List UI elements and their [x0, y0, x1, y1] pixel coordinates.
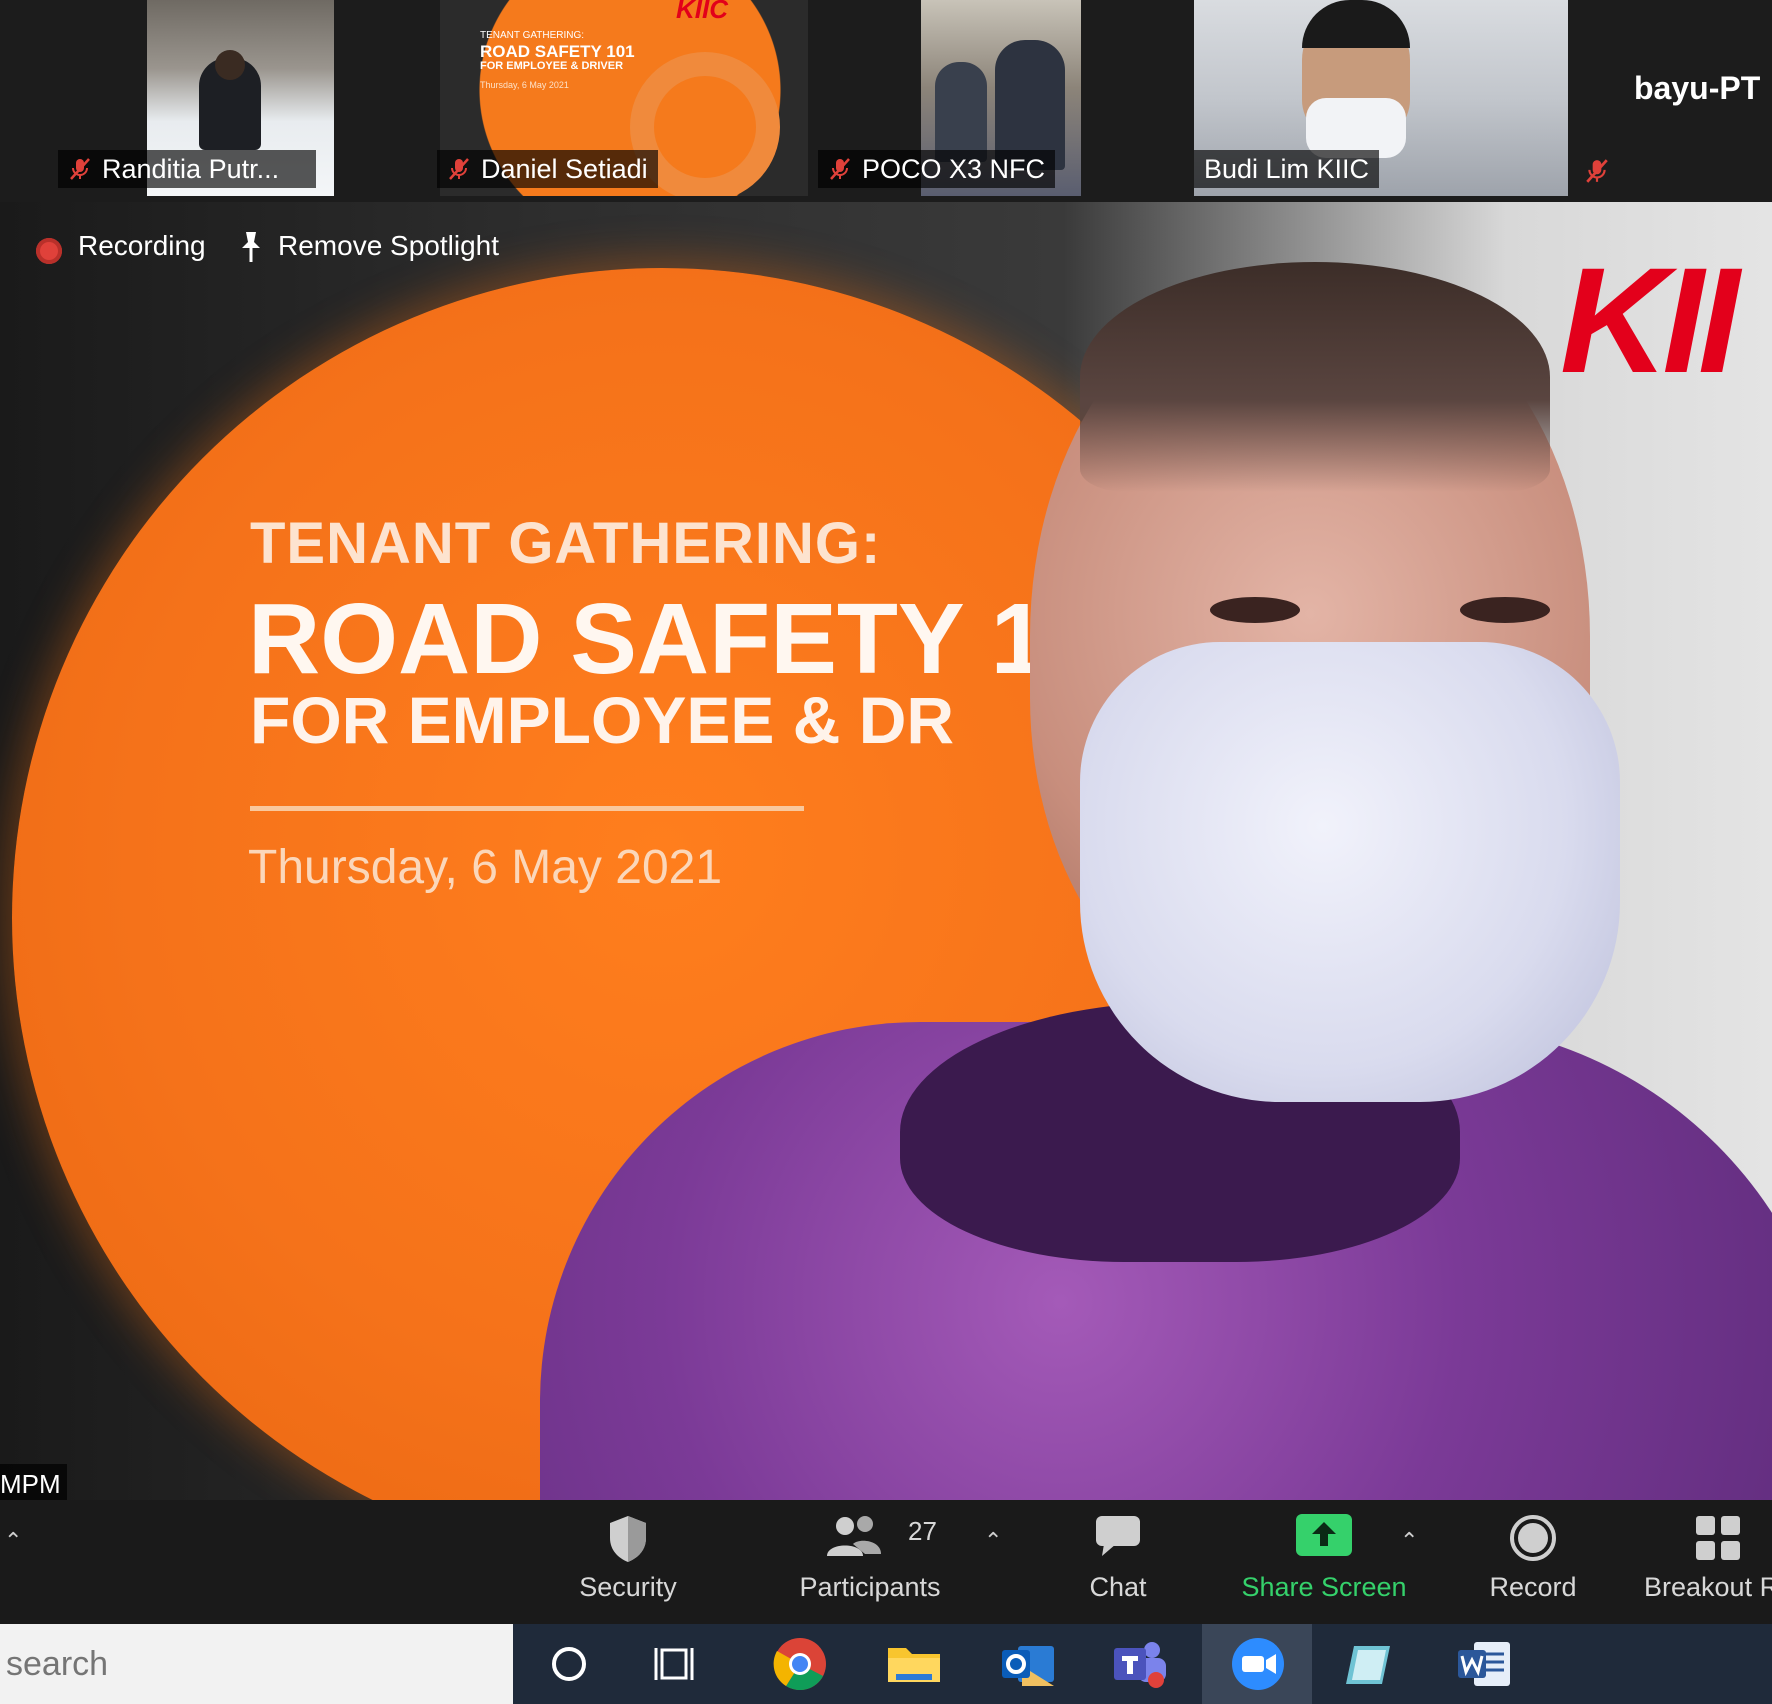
meeting-status-bar: Recording Remove Spotlight — [0, 202, 560, 282]
speaker-eye — [1460, 597, 1550, 623]
speaker-face-mask — [1080, 642, 1620, 1102]
record-button[interactable]: Record — [1476, 1500, 1590, 1624]
breakout-rooms-icon — [1696, 1516, 1740, 1560]
windows-taskbar — [0, 1624, 1772, 1704]
speaker-eye — [1210, 597, 1300, 623]
participants-count: 27 — [908, 1516, 937, 1546]
participant-name-tag: Daniel Setiadi — [437, 150, 658, 188]
security-label: Security — [579, 1572, 677, 1602]
participant-mask — [1306, 98, 1406, 158]
taskbar-search[interactable] — [0, 1624, 513, 1704]
caret-up-icon[interactable]: ⌃ — [1400, 1528, 1418, 1554]
record-label: Record — [1489, 1572, 1577, 1602]
participant-name: Budi Lim KIIC — [1204, 154, 1370, 184]
participants-button[interactable]: 27 Participants — [790, 1500, 950, 1624]
teams-icon[interactable] — [1108, 1632, 1172, 1696]
outlook-icon[interactable] — [996, 1632, 1060, 1696]
share-screen-label: Share Screen — [1241, 1572, 1407, 1602]
chat-button[interactable]: Chat — [1060, 1500, 1176, 1624]
participant-hair — [1302, 0, 1410, 48]
caret-up-icon[interactable]: ⌃ — [4, 1528, 22, 1554]
meeting-toolbar: ⌃ Security 27 Participants ⌃ Chat Share … — [0, 1500, 1772, 1624]
mini-slide-line3: FOR EMPLOYEE & DRIVER — [480, 60, 624, 72]
caret-up-icon[interactable]: ⌃ — [984, 1528, 1002, 1554]
word-icon[interactable] — [1452, 1632, 1516, 1696]
slide-title-line3: FOR EMPLOYEE & DR — [250, 683, 955, 757]
participant-name: Daniel Setiadi — [481, 154, 648, 184]
slide-divider — [250, 806, 804, 811]
record-icon — [1510, 1515, 1556, 1561]
mic-muted-icon — [70, 158, 90, 180]
recording-icon — [36, 238, 62, 264]
zoom-icon[interactable] — [1226, 1632, 1290, 1696]
mini-slide-line1: TENANT GATHERING: — [480, 30, 585, 41]
participant-name: POCO X3 NFC — [862, 154, 1046, 184]
pin-icon — [242, 232, 260, 262]
chat-label: Chat — [1089, 1572, 1147, 1602]
mic-muted-icon — [830, 158, 850, 180]
task-view-icon[interactable] — [648, 1632, 712, 1696]
participant-name-tag: POCO X3 NFC — [818, 150, 1056, 188]
participant-name-tag: Randitia Putr... — [58, 150, 316, 188]
notes-app-icon[interactable] — [1338, 1632, 1402, 1696]
share-screen-icon — [1296, 1514, 1352, 1556]
chat-icon — [1096, 1516, 1140, 1556]
security-button[interactable]: Security — [560, 1500, 696, 1624]
mini-slide-logo: KIIC — [676, 0, 728, 24]
participant-name-tag: Budi Lim KIIC — [1194, 150, 1380, 188]
taskbar-search-input[interactable] — [0, 1624, 513, 1704]
participants-label: Participants — [799, 1572, 941, 1602]
breakout-rooms-button[interactable]: Breakout R — [1644, 1500, 1772, 1624]
mic-muted-icon — [449, 158, 469, 180]
participant-figure — [935, 62, 987, 162]
mini-slide-line2: ROAD SAFETY 101 — [480, 42, 635, 61]
speaker-hair — [1080, 262, 1550, 492]
participant-head — [215, 50, 245, 80]
participants-icon — [827, 1516, 881, 1556]
shield-icon — [610, 1516, 646, 1562]
breakout-rooms-label: Breakout R — [1644, 1572, 1772, 1602]
mic-muted-icon — [1586, 159, 1608, 183]
slide-title-line2: ROAD SAFETY 1 — [248, 583, 1047, 695]
spotlight-video[interactable]: TENANT GATHERING: ROAD SAFETY 1 FOR EMPL… — [0, 202, 1772, 1500]
slide-date: Thursday, 6 May 2021 — [248, 841, 723, 894]
slide-title-line1: TENANT GATHERING: — [250, 511, 882, 576]
mini-slide-line4: Thursday, 6 May 2021 — [480, 80, 569, 90]
participant-name: Randitia Putr... — [102, 154, 280, 184]
recording-indicator[interactable]: Recording — [78, 230, 206, 262]
remove-spotlight-button[interactable]: Remove Spotlight — [278, 230, 499, 262]
kiic-logo: KII — [1560, 236, 1740, 404]
file-explorer-icon[interactable] — [882, 1632, 946, 1696]
participant-name-overflow[interactable]: bayu-PT — [1634, 70, 1760, 107]
cortana-icon[interactable] — [537, 1632, 601, 1696]
share-screen-button[interactable]: Share Screen — [1236, 1500, 1412, 1624]
speaker-name-tag: MPM — [0, 1464, 67, 1500]
chrome-icon[interactable] — [768, 1632, 832, 1696]
gallery-strip: KIIC TENANT GATHERING: ROAD SAFETY 101 F… — [0, 0, 1772, 202]
